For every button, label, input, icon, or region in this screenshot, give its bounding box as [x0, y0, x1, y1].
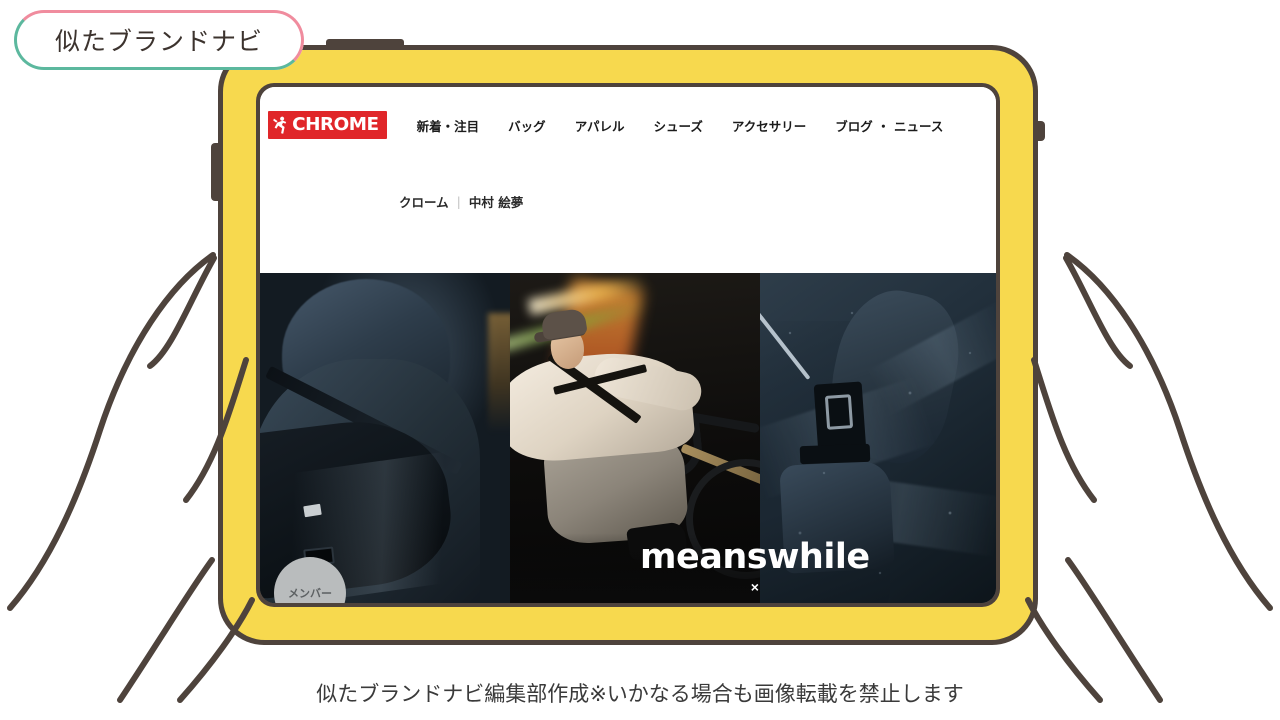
chrome-wordmark: CHROME	[292, 114, 379, 135]
breadcrumb-root[interactable]: クローム	[399, 192, 449, 211]
water-droplets	[760, 273, 996, 603]
nav-item-apparel[interactable]: アパレル	[575, 116, 625, 135]
nav-item-shoes[interactable]: シューズ	[653, 116, 702, 135]
chrome-runner-icon	[273, 116, 287, 134]
nav-item-blog-news[interactable]: ブログ ・ ニュース	[835, 116, 943, 135]
hero-banner[interactable]: meanswhile × メンバー	[260, 273, 996, 603]
main-nav-links: 新着・注目 バッグ アパレル シューズ アクセサリー ブログ ・ ニュース	[417, 116, 944, 135]
brand-nav-badge: 似たブランドナビ	[14, 10, 304, 70]
tablet-device: CHROME 新着・注目 バッグ アパレル シューズ アクセサリー ブログ ・ …	[211, 39, 1045, 645]
breadcrumb-separator: |	[456, 194, 461, 209]
navigation-bar: CHROME 新着・注目 バッグ アパレル シューズ アクセサリー ブログ ・ …	[260, 87, 996, 149]
ground-shadow	[510, 533, 760, 603]
hero-panel-jacket-bag	[260, 273, 510, 603]
device-screen: CHROME 新着・注目 バッグ アパレル シューズ アクセサリー ブログ ・ …	[260, 87, 996, 603]
footer-caption: 似たブランドナビ編集部作成※いかなる場合も画像転載を禁止します	[316, 682, 964, 706]
side-streetlight-glow	[488, 313, 510, 433]
nav-item-new[interactable]: 新着・注目	[417, 116, 480, 135]
breadcrumb-current: 中村 絵夢	[468, 195, 524, 210]
breadcrumb: クローム | 中村 絵夢	[399, 192, 523, 211]
hero-panel-wet-jacket	[760, 273, 996, 603]
member-bubble-label: メンバー	[288, 587, 332, 600]
nav-item-accessories[interactable]: アクセサリー	[732, 116, 806, 135]
chrome-logo[interactable]: CHROME	[268, 111, 387, 139]
badge-label: 似たブランドナビ	[54, 27, 263, 56]
hero-panel-cyclist	[510, 273, 760, 603]
site-header: CHROME 新着・注目 バッグ アパレル シューズ アクセサリー ブログ ・ …	[260, 87, 996, 273]
nav-item-bags[interactable]: バッグ	[508, 116, 546, 135]
